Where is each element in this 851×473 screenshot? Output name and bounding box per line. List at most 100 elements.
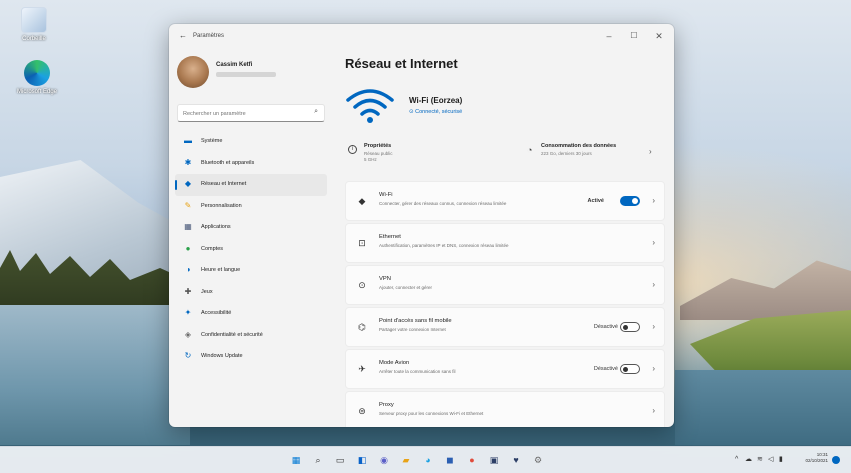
card-title: Point d'accès sans fil mobile: [379, 318, 452, 324]
sidebar-item-accessibilit[interactable]: ✦ Accessibilité: [175, 303, 327, 325]
data-usage-amount: 223 Go, derniers 30 jours: [541, 151, 592, 156]
wallpaper-mountain-right: [680, 260, 851, 320]
sidebar-item-r-seau-et-internet[interactable]: ◆ Réseau et Internet: [175, 174, 327, 196]
card-description: Partager votre connexion Internet: [379, 327, 446, 332]
properties-network-type: Réseau public: [364, 151, 393, 156]
display-icon: ▬: [184, 136, 192, 145]
sidebar-item-label: Réseau et Internet: [201, 181, 247, 187]
desktop-icon-recycle-bin[interactable]: Corbeille: [4, 7, 64, 42]
page-title: Réseau et Internet: [345, 56, 458, 71]
network-ssid: Wi-Fi (Eorzea): [409, 96, 463, 105]
sidebar-item-jeux[interactable]: ✚ Jeux: [175, 282, 327, 304]
search-icon: ⌕: [314, 108, 318, 115]
settings-window: ← Paramètres – ☐ ✕ Cassim Ketfi ⌕ ▬ Systè…: [169, 24, 674, 427]
wifi-icon: ◆: [358, 196, 366, 206]
sidebar-item-applications[interactable]: ▦ Applications: [175, 217, 327, 239]
task-view-icon[interactable]: ▭: [333, 453, 347, 467]
proxy-icon: ⊜: [358, 406, 366, 416]
card-title: Proxy: [379, 402, 394, 408]
sidebar-item-label: Personnalisation: [201, 202, 242, 209]
chevron-right-icon[interactable]: ›: [649, 147, 652, 156]
app-icon[interactable]: ♥: [509, 453, 523, 467]
chevron-right-icon[interactable]: ›: [652, 322, 655, 331]
file-explorer-icon[interactable]: ▰: [399, 453, 413, 467]
chevron-right-icon[interactable]: ›: [652, 364, 655, 373]
wifi-large-icon: [346, 89, 394, 123]
window-title: Paramètres: [193, 33, 225, 39]
notification-icon[interactable]: [832, 456, 840, 464]
chevron-right-icon[interactable]: ›: [652, 196, 655, 205]
wallpaper-lake: [0, 305, 190, 445]
settings-card-mode-avion[interactable]: ✈ Mode Avion Arrêter toute la communicatio…: [345, 349, 665, 389]
settings-card-proxy[interactable]: ⊜ Proxy Serveur proxy pour les connexions …: [345, 391, 665, 427]
hotspot-icon: ⌬: [358, 322, 366, 332]
settings-card-wi-fi[interactable]: ◆ Wi-Fi Connecter, gérer des réseaux connu…: [345, 181, 665, 221]
sidebar-item-heure-et-langue[interactable]: ◑ Heure et langue: [175, 260, 327, 282]
settings-card-point-d-acc-s-sans-fil-mobile[interactable]: ⌬ Point d'accès sans fil mobile Partager v…: [345, 307, 665, 347]
accessibility-icon: ✦: [184, 308, 192, 317]
settings-card-vpn[interactable]: ⊙ VPN Ajouter, connecter et gérer ›: [345, 265, 665, 305]
toggle-switch[interactable]: [620, 364, 640, 374]
wifi-icon: ◆: [184, 179, 192, 188]
cloud-icon[interactable]: ☁: [745, 454, 752, 466]
desktop-icon-edge[interactable]: Microsoft Edge: [7, 60, 67, 95]
card-title: Ethernet: [379, 234, 401, 240]
network-hero: Wi-Fi (Eorzea) ⊙ Connecté, sécurisé: [345, 86, 645, 126]
terminal-icon[interactable]: ▣: [487, 453, 501, 467]
wifi-tray-icon[interactable]: ≋: [757, 454, 763, 466]
taskbar-clock[interactable]: 10:31 02/10/2021: [796, 452, 828, 464]
chat-icon[interactable]: ◉: [377, 453, 391, 467]
chevron-right-icon[interactable]: ›: [652, 280, 655, 289]
edge-icon[interactable]: ◕: [421, 453, 435, 467]
airplane-icon: ✈: [358, 364, 366, 374]
person-icon: ●: [185, 243, 191, 253]
maximize-button[interactable]: ☐: [624, 29, 644, 43]
store-icon[interactable]: ◼: [443, 453, 457, 467]
chevron-up-icon[interactable]: ^: [735, 454, 738, 466]
title-bar[interactable]: ← Paramètres – ☐ ✕: [169, 24, 674, 52]
ethernet-icon: ⊡: [358, 238, 366, 248]
chevron-right-icon[interactable]: ›: [652, 238, 655, 247]
chevron-right-icon[interactable]: ›: [652, 406, 655, 415]
sidebar-item-personnalisation[interactable]: ✎ Personnalisation: [175, 196, 327, 218]
toggle-switch[interactable]: [620, 196, 640, 206]
search-input[interactable]: [183, 108, 303, 119]
close-button[interactable]: ✕: [649, 29, 669, 43]
card-description: Arrêter toute la communication sans fil: [379, 369, 456, 374]
sidebar-item-comptes[interactable]: ● Comptes: [175, 239, 327, 261]
browser-icon[interactable]: ●: [465, 453, 479, 467]
settings-card-ethernet[interactable]: ⊡ Ethernet Authentification, paramètres IP…: [345, 223, 665, 263]
card-status: Désactivé: [593, 324, 618, 330]
network-summary: i Propriétés Réseau public 5 GHz ◔ Conso…: [345, 139, 665, 169]
network-status: ⊙ Connecté, sécurisé: [409, 109, 463, 115]
sidebar-item-windows-update[interactable]: ↻ Windows Update: [175, 346, 327, 368]
edge-icon: [24, 60, 50, 86]
sidebar-item-confidentialit-et-s-curit[interactable]: ◈ Confidentialité et sécurité: [175, 325, 327, 347]
battery-icon[interactable]: ▮: [779, 454, 783, 466]
card-description: Ajouter, connecter et gérer: [379, 285, 433, 290]
search-box[interactable]: ⌕: [177, 104, 325, 122]
settings-icon[interactable]: ⚙: [531, 453, 545, 467]
sidebar-item-bluetooth-et-appareils[interactable]: ✱ Bluetooth et appareils: [175, 153, 327, 175]
toggle-switch[interactable]: [620, 322, 640, 332]
minimize-button[interactable]: –: [599, 29, 619, 43]
data-usage-link[interactable]: Consommation des données: [541, 143, 616, 149]
gamepad-icon: ✚: [184, 286, 192, 296]
taskbar: ▦ ⌕ ▭ ◧ ◉ ▰ ◕ ◼ ● ▣ ♥ ⚙ ^ ☁ ≋ ◁ ▮ 10:31 02/10/2021: [0, 446, 851, 473]
wallpaper-lake-right: [675, 370, 851, 445]
widgets-icon[interactable]: ◧: [355, 453, 369, 467]
back-arrow-icon[interactable]: ←: [179, 31, 187, 40]
card-title: VPN: [379, 276, 391, 282]
search-icon[interactable]: ⌕: [311, 453, 325, 467]
settings-list: ◆ Wi-Fi Connecter, gérer des réseaux connu…: [345, 181, 665, 427]
start-icon[interactable]: ▦: [289, 453, 303, 467]
properties-link[interactable]: Propriétés: [364, 143, 391, 149]
sidebar-item-label: Système: [201, 138, 223, 144]
sidebar-item-syst-me[interactable]: ▬ Système: [175, 131, 327, 153]
user-profile[interactable]: Cassim Ketfi: [177, 56, 327, 96]
card-status: Activé: [587, 198, 604, 204]
brush-icon: ✎: [184, 200, 192, 210]
sidebar-item-label: Jeux: [201, 288, 213, 295]
volume-icon[interactable]: ◁: [768, 454, 773, 466]
avatar: [177, 56, 209, 88]
